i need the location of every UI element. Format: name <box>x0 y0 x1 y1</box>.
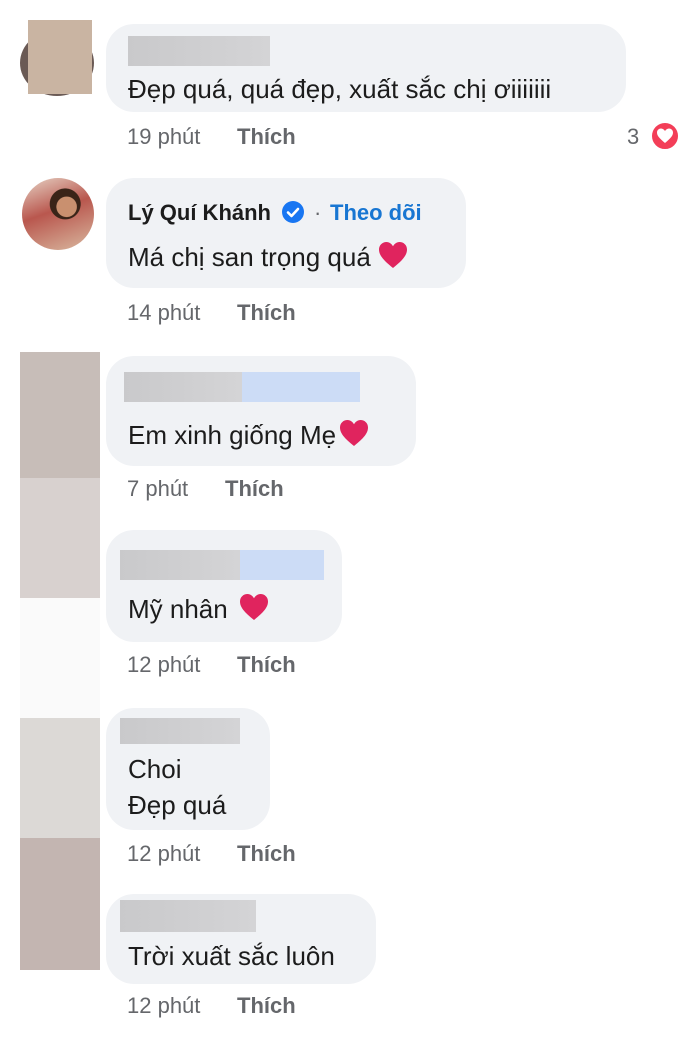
heart-emoji-icon <box>238 592 270 630</box>
comment-text-content: Mỹ nhân <box>128 594 228 624</box>
avatar-ly-qui-khanh[interactable] <box>22 178 94 250</box>
comment-text: Trời xuất sắc luôn <box>128 941 335 971</box>
like-button[interactable]: Thích <box>225 476 284 502</box>
comment-text-content: Em xinh giống Mẹ <box>128 420 337 450</box>
like-button[interactable]: Thích <box>237 841 296 867</box>
avatar-redacted[interactable] <box>20 352 100 478</box>
author-name-redacted[interactable] <box>128 36 270 66</box>
heart-emoji-icon <box>377 240 409 278</box>
comment-time[interactable]: 7 phút <box>127 476 188 502</box>
avatar-redacted[interactable] <box>20 718 100 838</box>
author-name[interactable]: Lý Quí Khánh <box>128 200 271 226</box>
like-button[interactable]: Thích <box>237 300 296 326</box>
author-name-redacted[interactable] <box>120 550 240 580</box>
comment-time[interactable]: 12 phút <box>127 841 200 867</box>
heart-emoji-icon <box>338 418 370 456</box>
like-button[interactable]: Thích <box>237 993 296 1019</box>
love-reaction-icon[interactable] <box>650 121 680 151</box>
avatar-redacted[interactable] <box>20 838 100 970</box>
comment-bubble: Trời xuất sắc luôn <box>106 894 376 984</box>
author-name-redacted[interactable] <box>242 372 360 402</box>
comment-text: Em xinh giống Mẹ <box>128 418 370 456</box>
author-name-redacted[interactable] <box>120 900 256 932</box>
comment-text: Đẹp quá, quá đẹp, xuất sắc chị ơiiiiiii <box>128 74 552 104</box>
separator-dot: · <box>314 200 322 225</box>
comment-time[interactable]: 19 phút <box>127 124 200 150</box>
reaction-count[interactable]: 3 <box>627 124 639 150</box>
comment-text: Mỹ nhân <box>128 592 270 630</box>
like-button[interactable]: Thích <box>237 652 296 678</box>
verified-badge-icon <box>282 201 304 223</box>
author-name-redacted[interactable] <box>120 718 240 744</box>
like-button[interactable]: Thích <box>237 124 296 150</box>
avatar-redacted[interactable] <box>28 20 92 94</box>
comment-text-content: Má chị san trọng quá <box>128 242 371 272</box>
comment-bubble: Mỹ nhân <box>106 530 342 642</box>
comment-bubble: Choi Đẹp quá <box>106 708 270 830</box>
comment-time[interactable]: 12 phút <box>127 652 200 678</box>
comment-time[interactable]: 12 phút <box>127 993 200 1019</box>
comment-time[interactable]: 14 phút <box>127 300 200 326</box>
comment-bubble: Em xinh giống Mẹ <box>106 356 416 466</box>
avatar-redacted <box>20 598 100 718</box>
comment-bubble: Đẹp quá, quá đẹp, xuất sắc chị ơiiiiiii <box>106 24 626 112</box>
comment-text-line1: Choi <box>128 754 182 784</box>
comment-text-line2: Đẹp quá <box>128 790 227 820</box>
avatar-redacted[interactable] <box>20 478 100 598</box>
comment-bubble: Lý Quí Khánh · Theo dõi Má chị san trọng… <box>106 178 466 288</box>
comment-text: Má chị san trọng quá <box>128 240 409 278</box>
author-name-redacted[interactable] <box>240 550 324 580</box>
author-name-redacted[interactable] <box>124 372 242 402</box>
follow-button[interactable]: Theo dõi <box>330 200 422 226</box>
